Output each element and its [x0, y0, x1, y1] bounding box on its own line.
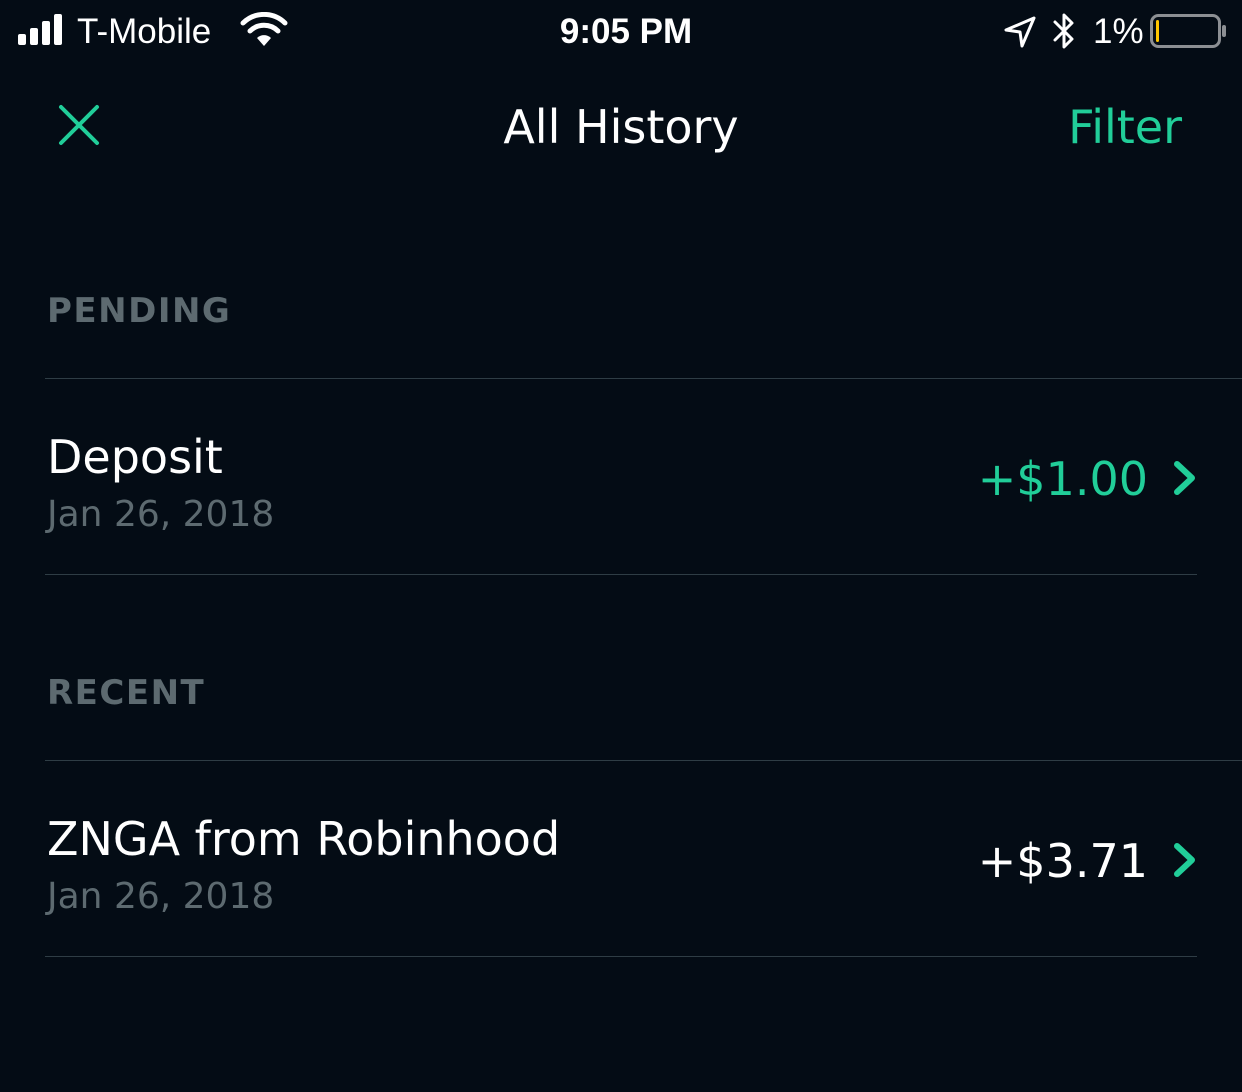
- status-bar: T-Mobile 9:05 PM 1%: [0, 0, 1242, 64]
- wifi-icon: [240, 12, 288, 46]
- battery-percent: 1%: [1093, 12, 1144, 51]
- location-arrow-icon: [1004, 16, 1036, 48]
- signal-bars-icon: [18, 14, 62, 45]
- row-date: Jan 26, 2018: [47, 876, 275, 917]
- history-row-znga[interactable]: ZNGA from Robinhood Jan 26, 2018 +$3.71: [0, 762, 1242, 956]
- divider: [45, 760, 1242, 761]
- divider: [45, 956, 1197, 957]
- row-amount: +$3.71: [977, 834, 1148, 888]
- close-button[interactable]: [48, 94, 110, 156]
- row-date: Jan 26, 2018: [47, 494, 275, 535]
- chevron-right-icon: [1174, 843, 1195, 877]
- section-header-recent: RECENT: [47, 673, 206, 713]
- battery-icon: [1150, 14, 1226, 48]
- row-amount: +$1.00: [977, 452, 1148, 506]
- row-title: Deposit: [47, 430, 223, 484]
- status-time: 9:05 PM: [559, 12, 693, 51]
- bluetooth-icon: [1053, 13, 1074, 49]
- filter-button[interactable]: Filter: [1068, 98, 1182, 156]
- row-title: ZNGA from Robinhood: [47, 812, 561, 866]
- divider: [45, 378, 1242, 379]
- history-row-deposit[interactable]: Deposit Jan 26, 2018 +$1.00: [0, 380, 1242, 574]
- close-icon: [59, 105, 99, 145]
- divider: [45, 574, 1197, 575]
- page-title: All History: [503, 100, 739, 154]
- chevron-right-icon: [1174, 461, 1195, 495]
- section-header-pending: PENDING: [47, 291, 232, 331]
- carrier-name: T-Mobile: [77, 12, 212, 51]
